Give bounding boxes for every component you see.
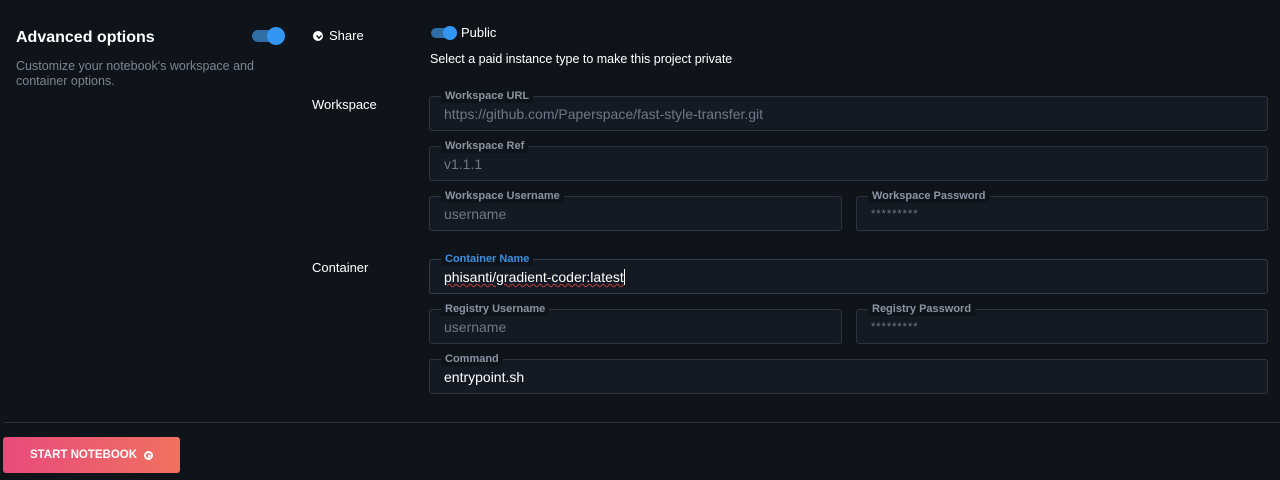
workspace-username-label: Workspace Username xyxy=(441,189,564,203)
registry-password-label: Registry Password xyxy=(868,302,976,316)
start-notebook-label: START NOTEBOOK xyxy=(29,449,138,461)
footer-divider xyxy=(4,422,1280,423)
toggle-knob xyxy=(267,27,285,45)
workspace-password-input[interactable]: ********* xyxy=(871,208,919,220)
command-label: Command xyxy=(441,352,503,366)
advanced-options-title: Advanced options xyxy=(16,29,155,46)
workspace-password-label: Workspace Password xyxy=(868,189,990,203)
advanced-options-toggle[interactable] xyxy=(252,27,285,45)
play-icon xyxy=(144,450,154,460)
workspace-password-field[interactable]: Workspace Password ********* xyxy=(856,189,1268,231)
page: Advanced options Customize your notebook… xyxy=(0,0,1280,480)
container-name-label: Container Name xyxy=(441,252,534,266)
start-notebook-button[interactable]: START NOTEBOOK xyxy=(3,437,180,473)
registry-username-label: Registry Username xyxy=(441,302,550,316)
command-field[interactable]: Command entrypoint.sh xyxy=(429,352,1268,394)
workspace-url-label: Workspace URL xyxy=(441,89,534,103)
registry-username-field[interactable]: Registry Username username xyxy=(429,302,842,344)
advanced-options-description: Customize your notebook's workspace and … xyxy=(16,59,254,88)
container-section-label: Container xyxy=(312,260,369,275)
workspace-ref-input[interactable]: v1.1.1 xyxy=(444,156,482,172)
container-name-value: phisanti/gradient-coder:latest xyxy=(444,269,624,285)
share-label-text: Share xyxy=(329,28,364,43)
registry-password-input[interactable]: ********* xyxy=(871,321,919,333)
container-name-field[interactable]: Container Name phisanti/gradient-coder:l… xyxy=(429,252,1268,294)
registry-username-input[interactable]: username xyxy=(444,319,506,335)
public-toggle[interactable] xyxy=(431,26,457,40)
private-note: Select a paid instance type to make this… xyxy=(430,52,733,66)
command-input[interactable]: entrypoint.sh xyxy=(444,369,524,385)
workspace-url-input[interactable]: https://github.com/Paperspace/fast-style… xyxy=(444,106,763,122)
workspace-ref-field[interactable]: Workspace Ref v1.1.1 xyxy=(429,139,1268,181)
text-caret xyxy=(623,269,625,285)
container-name-input[interactable]: phisanti/gradient-coder:latest xyxy=(444,269,625,285)
workspace-username-input[interactable]: username xyxy=(444,206,506,222)
share-label: Share xyxy=(313,28,364,43)
workspace-section-label: Workspace xyxy=(312,97,377,112)
advanced-options-panel: Advanced options Customize your notebook… xyxy=(16,28,286,89)
public-toggle-label: Public xyxy=(461,25,497,40)
share-icon xyxy=(313,30,323,41)
workspace-ref-label: Workspace Ref xyxy=(441,139,529,153)
workspace-url-field[interactable]: Workspace URL https://github.com/Papersp… xyxy=(429,89,1268,131)
workspace-username-field[interactable]: Workspace Username username xyxy=(429,189,842,231)
registry-password-field[interactable]: Registry Password ********* xyxy=(856,302,1268,344)
toggle-knob xyxy=(443,26,457,40)
